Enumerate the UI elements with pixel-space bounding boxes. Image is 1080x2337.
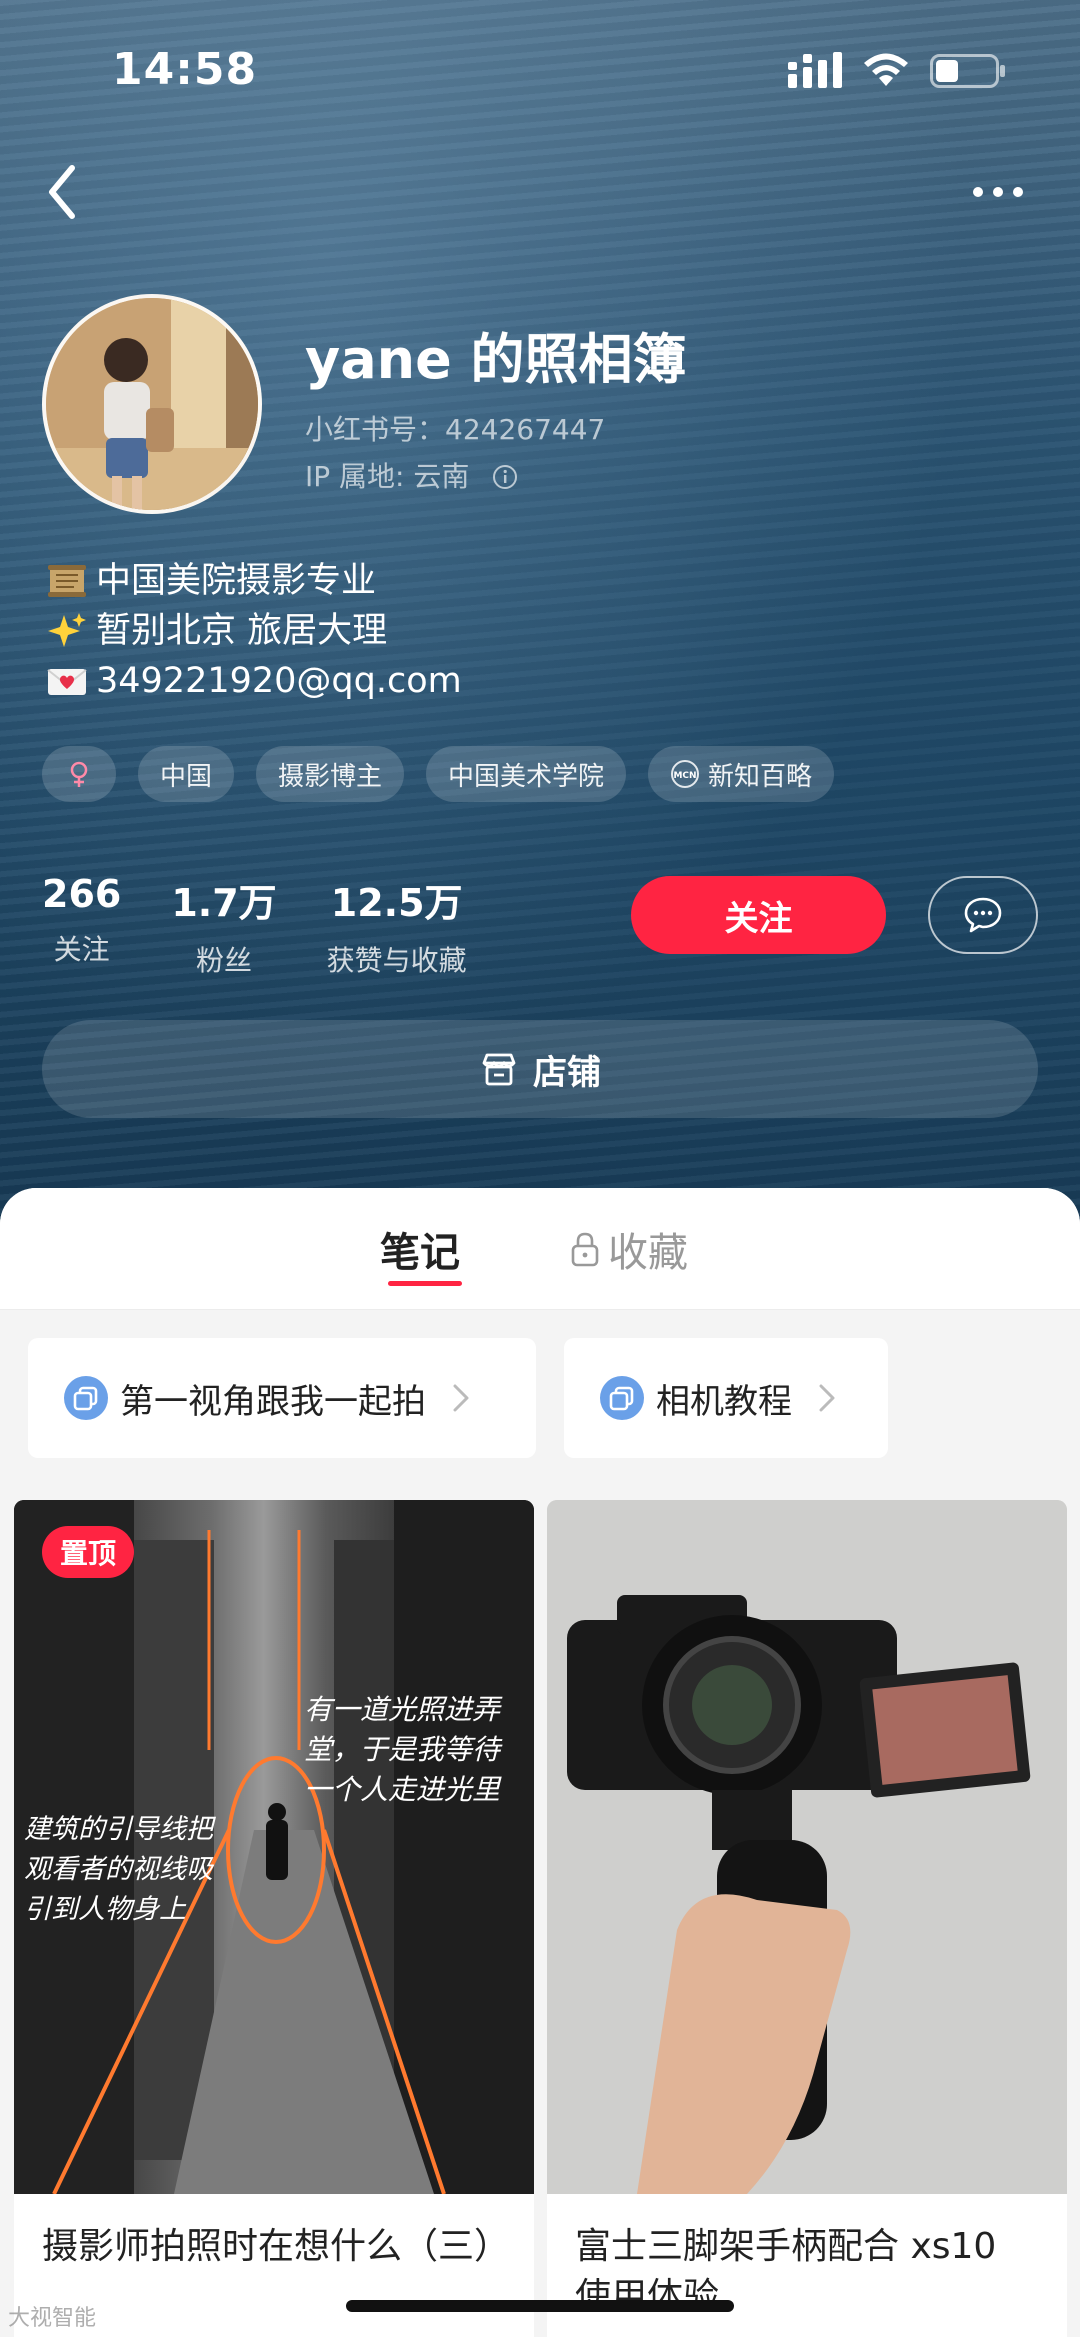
stat-following[interactable]: 266 关注	[42, 872, 121, 979]
tag-profession: 摄影博主	[256, 746, 405, 802]
tag-region: 中国	[138, 746, 235, 802]
bio-text: 349221920@qq.com	[96, 661, 462, 701]
camera-photo	[547, 1500, 1067, 2194]
ip-location: IP 属地: 云南	[305, 455, 518, 495]
bio-text: 暂别北京 旅居大理	[96, 611, 388, 651]
battery-icon	[930, 54, 1005, 88]
chevron-right-icon	[453, 1384, 469, 1412]
note-collections: 第一视角跟我一起拍 相机教程	[28, 1338, 888, 1458]
status-bar: 14:58	[0, 0, 1080, 130]
bio-line: 349221920@qq.com	[46, 656, 462, 706]
collection-icon	[600, 1376, 644, 1420]
tag-mcn[interactable]: MCN 新知百略	[648, 746, 835, 802]
female-icon	[70, 761, 88, 787]
tag-label: 新知百略	[708, 761, 813, 792]
tab-notes[interactable]: 笔记	[380, 1220, 460, 1278]
cover-annotation: 建筑的引导线把观看者的视线吸引到人物身上	[24, 1814, 213, 1925]
scroll-icon	[48, 565, 86, 597]
tag-label: 中国	[160, 761, 213, 792]
bio-line: 暂别北京 旅居大理	[46, 606, 462, 656]
tag-gender	[42, 746, 116, 802]
mcn-icon: MCN	[671, 760, 700, 788]
chat-bubble-icon	[964, 897, 1002, 933]
tag-school: 中国美术学院	[426, 746, 627, 802]
tag-label: 中国美术学院	[448, 761, 605, 792]
back-arrow-icon[interactable]	[42, 160, 86, 224]
watermark: 大视智能	[8, 2306, 97, 2331]
note-card[interactable]: 有一道光照进弄堂，于是我等待一个人走进光里 建筑的引导线把观看者的视线吸引到人物…	[14, 1500, 534, 2337]
profile-stats: 266 关注 1.7万 粉丝 12.5万 获赞与收藏	[42, 872, 517, 979]
profile-nickname: yane 的照相簿	[305, 328, 687, 391]
svg-text:MCN: MCN	[674, 771, 697, 781]
tab-collections-label: 收藏	[608, 1230, 688, 1276]
stat-followers[interactable]: 1.7万 粉丝	[171, 872, 276, 979]
profile-tabs: 笔记 收藏	[0, 1188, 1080, 1310]
content-sheet: 笔记 收藏 第一视角跟我一起拍 相机教程 有一道光照进弄堂，于是我等待一个人走进…	[0, 1188, 1080, 2337]
note-title: 摄影师拍照时在想什么（三）	[42, 2226, 511, 2267]
collection-first-person[interactable]: 第一视角跟我一起拍	[28, 1338, 536, 1458]
collection-label: 第一视角跟我一起拍	[120, 1381, 426, 1422]
message-button[interactable]	[928, 876, 1038, 954]
stat-value: 1.7万	[171, 881, 277, 925]
active-tab-indicator	[388, 1281, 462, 1286]
profile-tags: 中国 摄影博主 中国美术学院 MCN 新知百略	[42, 746, 835, 802]
status-time: 14:58	[112, 44, 258, 95]
wifi-icon	[864, 53, 908, 86]
cover-annotation: 有一道光照进弄堂，于是我等待一个人走进光里	[304, 1693, 501, 1806]
love-letter-icon	[47, 669, 87, 695]
ip-location-text: IP 属地: 云南	[305, 460, 470, 493]
stat-label: 获赞与收藏	[326, 944, 467, 977]
stat-likes-collections[interactable]: 12.5万 获赞与收藏	[327, 872, 467, 979]
note-card[interactable]: 富士三脚架手柄配合 xs10 使用体验	[547, 1500, 1067, 2337]
collection-label: 相机教程	[656, 1381, 792, 1422]
bio-line: 中国美院摄影专业	[46, 556, 462, 606]
sparkles-icon	[48, 613, 86, 647]
tag-label: 摄影博主	[278, 761, 383, 792]
stat-label: 粉丝	[195, 944, 252, 977]
more-options-icon[interactable]	[968, 170, 1028, 214]
collection-icon	[64, 1376, 108, 1420]
profile-bio: 中国美院摄影专业 暂别北京 旅居大理 349221920@qq.com	[46, 556, 462, 706]
bio-text: 中国美院摄影专业	[96, 561, 377, 601]
stat-value: 12.5万	[330, 881, 463, 925]
shop-button[interactable]: 店铺	[42, 1020, 1038, 1118]
stat-value: 266	[42, 872, 122, 916]
pinned-badge: 置顶	[42, 1526, 135, 1578]
stat-label: 关注	[53, 933, 110, 966]
collection-camera-tutorial[interactable]: 相机教程	[564, 1338, 888, 1458]
note-cover-image	[547, 1500, 1067, 2194]
home-indicator[interactable]	[346, 2300, 734, 2312]
lock-icon	[571, 1232, 599, 1267]
chevron-right-icon	[819, 1384, 835, 1412]
alley-photo: 有一道光照进弄堂，于是我等待一个人走进光里 建筑的引导线把观看者的视线吸引到人物…	[14, 1500, 534, 2194]
avatar-photo	[46, 298, 258, 510]
xiaohongshu-id[interactable]: 小红书号：424267447	[305, 408, 605, 448]
tab-collections[interactable]: 收藏	[568, 1220, 688, 1278]
cellular-signal-icon	[788, 52, 842, 88]
info-icon[interactable]	[492, 464, 518, 490]
note-cover-image: 有一道光照进弄堂，于是我等待一个人走进光里 建筑的引导线把观看者的视线吸引到人物…	[14, 1500, 534, 2194]
avatar[interactable]	[42, 294, 262, 514]
store-icon	[482, 1053, 516, 1086]
shop-label: 店铺	[533, 1052, 601, 1093]
follow-button[interactable]: 关注	[631, 876, 886, 954]
